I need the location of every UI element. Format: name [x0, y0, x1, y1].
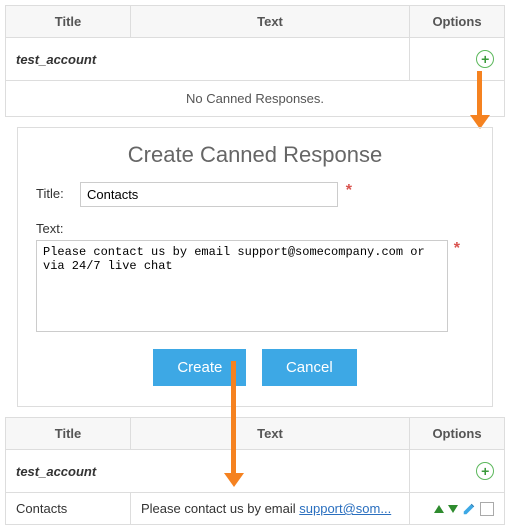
add-response-icon[interactable]: +	[476, 462, 494, 480]
required-indicator: *	[346, 182, 352, 200]
responses-table-bottom: Title Text Options test_account + Contac…	[5, 417, 505, 525]
move-down-icon[interactable]	[448, 505, 458, 513]
select-checkbox[interactable]	[480, 502, 494, 516]
account-name: test_account	[6, 450, 410, 493]
title-label: Title:	[36, 182, 80, 201]
text-label: Text:	[36, 217, 474, 236]
row-text: Please contact us by email support@som..…	[141, 501, 399, 516]
col-options: Options	[410, 6, 505, 38]
empty-message: No Canned Responses.	[6, 81, 505, 117]
responses-table-top: Title Text Options test_account + No Can…	[5, 5, 505, 117]
create-button[interactable]: Create	[153, 349, 246, 386]
cancel-button[interactable]: Cancel	[262, 349, 357, 386]
required-indicator: *	[454, 240, 460, 258]
col-text: Text	[131, 418, 410, 450]
col-options: Options	[410, 418, 505, 450]
col-text: Text	[131, 6, 410, 38]
table-row: Contacts Please contact us by email supp…	[6, 493, 505, 525]
row-title: Contacts	[6, 493, 131, 525]
col-title: Title	[6, 6, 131, 38]
panel-heading: Create Canned Response	[36, 142, 474, 168]
title-input[interactable]	[80, 182, 338, 207]
create-panel: Create Canned Response Title: * Text: * …	[17, 127, 493, 407]
edit-icon[interactable]	[462, 502, 476, 516]
account-name: test_account	[6, 38, 410, 81]
move-up-icon[interactable]	[434, 505, 444, 513]
col-title: Title	[6, 418, 131, 450]
add-response-icon[interactable]: +	[476, 50, 494, 68]
text-textarea[interactable]	[36, 240, 448, 332]
email-link[interactable]: support@som...	[299, 501, 391, 516]
